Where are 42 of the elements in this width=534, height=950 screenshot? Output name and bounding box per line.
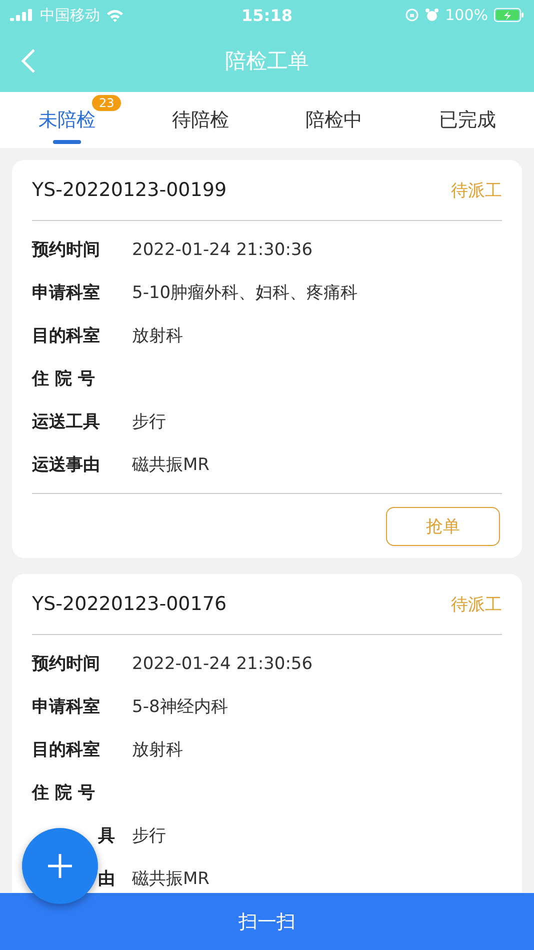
tab[interactable]: 陪检中: [267, 92, 400, 148]
wifi-icon: [106, 8, 124, 22]
field-label: 运送事由: [32, 454, 101, 476]
field-label: 住 院 号: [32, 368, 96, 390]
count-badge: 23: [92, 95, 122, 111]
signal-icon: [10, 9, 34, 21]
field-value: 放射科: [132, 325, 183, 347]
order-status: 待派工: [451, 594, 502, 616]
field-value: 2022-01-24 21:30:56: [132, 654, 313, 674]
field-label: 由: [98, 868, 116, 890]
rotation-lock-icon: [405, 8, 420, 22]
plus-icon: [47, 853, 73, 879]
field-label: 住 院 号: [32, 782, 96, 804]
field-value: 5-10肿瘤外科、妇科、疼痛科: [132, 282, 358, 304]
order-status: 待派工: [451, 180, 502, 202]
tab-indicator: [52, 140, 81, 144]
field-value: 5-8神经内科: [132, 696, 228, 718]
field-label: 预约时间: [32, 239, 101, 261]
order-number: YS-20220123-00199: [32, 179, 227, 201]
field-value: 磁共振MR: [132, 868, 210, 890]
field-label: 运送工具: [32, 411, 101, 433]
field-value: 放射科: [132, 739, 183, 761]
tab[interactable]: 已完成: [400, 92, 534, 148]
field-value: 2022-01-24 21:30:36: [132, 240, 313, 260]
field-label: 目的科室: [32, 739, 101, 761]
battery-icon: [494, 8, 524, 22]
clock-time: 15:18: [242, 6, 292, 24]
field-label: 预约时间: [32, 653, 101, 675]
field-label: 具: [98, 825, 116, 847]
field-label: 申请科室: [32, 282, 101, 304]
carrier-name: 中国移动: [40, 6, 100, 24]
field-label: 申请科室: [32, 696, 101, 718]
field-label: 目的科室: [32, 325, 101, 347]
page-title: 陪检工单: [225, 48, 309, 75]
scan-button[interactable]: 扫一扫: [0, 893, 534, 950]
tab[interactable]: 待陪检: [134, 92, 267, 148]
tab[interactable]: 未陪检 23: [0, 92, 134, 148]
field-value: 步行: [132, 411, 166, 433]
battery-percent: 100%: [445, 6, 488, 24]
field-value: 步行: [132, 825, 166, 847]
field-value: 磁共振MR: [132, 454, 210, 476]
order-number: YS-20220123-00176: [32, 593, 227, 615]
